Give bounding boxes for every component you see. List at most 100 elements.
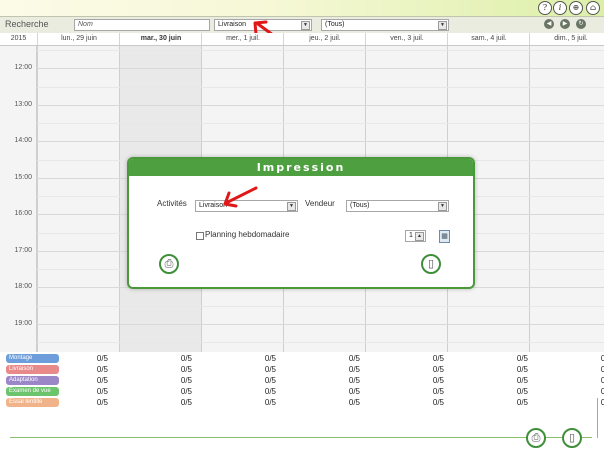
day-header: ven., 3 juil. [365,33,448,45]
next-glyph: ▶ [562,21,568,27]
next-week-button[interactable]: ▶ [560,19,570,29]
prev-glyph: ◀ [546,21,552,27]
search-bar: Recherche Nom Livraison ▼ (Tous) ▼ ◀ ▶ ↻ [0,16,604,34]
calendar-header: 2015 lun., 29 juin mar., 30 juin mer., 1 j… [0,33,604,46]
grid-line [37,86,604,88]
day-header: dim., 5 juil. [529,33,604,45]
day-header: lun., 29 juin [37,33,120,45]
time-column [0,46,37,352]
zoom-icon[interactable]: ⊕ [569,1,583,15]
grid-line [37,342,604,343]
activity-count: 0/5 [264,398,276,407]
grid-line [37,123,604,124]
seller-label: Vendeur [305,199,335,208]
activity-badge: Livraison [6,365,59,374]
activity-count: 0/5 [180,387,192,396]
activity-count: 0/5 [600,354,604,363]
activity-count: 0/5 [432,376,444,385]
hour-label: 13:00 [14,100,32,108]
seller-select[interactable]: (Tous) ▼ [321,19,449,31]
previous-week-button[interactable]: ◀ [544,19,554,29]
chevron-down-icon: ▼ [438,21,447,30]
printer-icon: ⎙ [531,432,541,444]
hour-label: 14:00 [14,137,32,144]
door-icon: ▯ [568,432,576,444]
help-icon[interactable]: ? [538,1,552,15]
year-label: 2015 [10,35,27,42]
hour-label: 19:00 [14,319,32,327]
activity-badge: Montage [6,354,59,363]
info-icon[interactable]: i [553,1,567,15]
exit-button[interactable]: ▯ [562,428,582,448]
seller-select-value: (Tous) [325,21,345,28]
close-dialog-button[interactable]: ▯ [421,254,441,274]
activity-badge: Adaptation [6,376,59,385]
activity-count: 0/5 [432,365,444,374]
grid-line [37,305,604,307]
calendar-icon[interactable]: ▦ [439,230,450,243]
copies-stepper[interactable]: 1 ▲ [405,230,426,242]
name-placeholder: Nom [78,21,93,28]
help-glyph: ? [542,3,548,12]
activity-counters: Montage 0/5 0/5 0/5 0/5 0/5 0/5 0/5 Livraison 0/5… [0,353,604,416]
hour-label: 17:00 [14,246,32,254]
activity-count: 0/5 [96,365,108,374]
activity-count: 0/5 [264,365,276,374]
activity-count: 0/5 [96,387,108,396]
activity-count: 0/5 [96,354,108,363]
activity-count: 0/5 [432,387,444,396]
print-button[interactable]: ⎙ [526,428,546,448]
home-icon[interactable]: ⌂ [586,1,600,15]
divider [597,398,598,438]
zoom-glyph: ⊕ [572,3,580,12]
day-header: jeu., 2 juil. [283,33,366,45]
activity-count: 0/5 [264,354,276,363]
hour-label: 18:00 [14,283,32,290]
activity-count: 0/5 [96,376,108,385]
activity-count: 0/5 [516,354,528,363]
activity-count: 0/5 [600,365,604,374]
print-dialog: Impression Activités Livraison ▼ Vendeur … [127,157,475,289]
activity-count: 0/5 [180,376,192,385]
activity-count: 0/5 [600,387,604,396]
annotation-arrow-icon [223,186,258,208]
activity-count: 0/5 [432,398,444,407]
grid-line [37,323,604,325]
stepper-icon: ▲ [415,232,424,241]
print-confirm-button[interactable]: ⎙ [159,254,179,274]
weekly-checkbox[interactable] [196,232,204,240]
copies-value: 1 [409,232,413,239]
activity-select-value: Livraison [218,21,247,28]
activity-badge: Examen de vue [6,387,59,396]
name-search-input[interactable]: Nom [74,19,210,31]
weekly-label: Planning hebdomadaire [205,230,290,239]
activities-label: Activités [157,199,187,208]
activity-count: 0/5 [348,354,360,363]
activity-count: 0/5 [432,354,444,363]
activity-count: 0/5 [600,376,604,385]
grid-line [37,104,604,106]
activity-count: 0/5 [600,398,604,407]
hour-label: 16:00 [14,210,32,217]
activity-count: 0/5 [264,376,276,385]
activity-count: 0/5 [180,398,192,407]
activity-count: 0/5 [348,398,360,407]
activity-count: 0/5 [516,398,528,407]
activity-count: 0/5 [348,365,360,374]
grid-line [37,141,604,143]
info-glyph: i [558,3,562,12]
chevron-down-icon: ▼ [287,202,296,211]
seller-dialog-select[interactable]: (Tous) ▼ [346,200,449,212]
chevron-down-icon: ▼ [301,21,310,30]
refresh-glyph: ↻ [578,21,584,27]
day-header: mar., 30 juin [119,33,202,45]
door-icon: ▯ [427,258,435,270]
grid-line [37,50,604,51]
activity-count: 0/5 [96,398,108,407]
day-header: sam., 4 juil. [447,33,530,45]
home-glyph: ⌂ [589,3,597,12]
refresh-button[interactable]: ↻ [576,19,586,29]
activity-count: 0/5 [516,365,528,374]
activity-count: 0/5 [264,387,276,396]
seller-dialog-value: (Tous) [350,202,370,209]
